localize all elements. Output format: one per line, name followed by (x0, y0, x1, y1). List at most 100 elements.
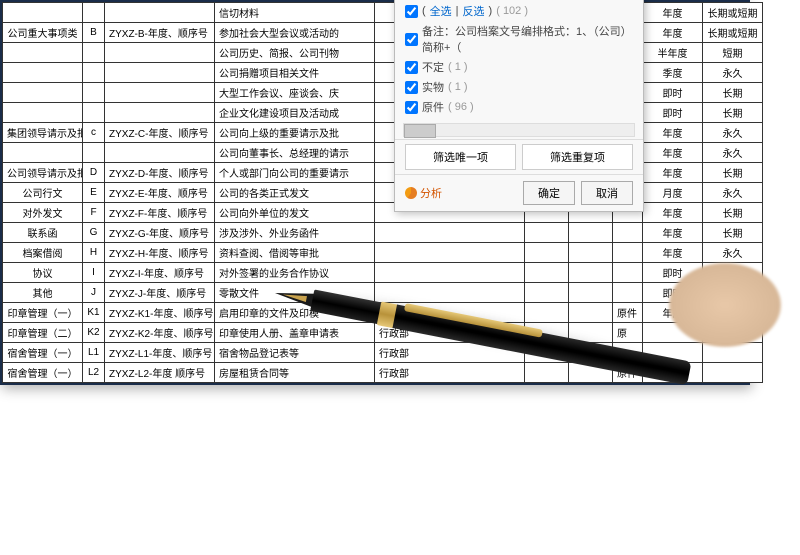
cell[interactable]: 即时 (643, 263, 703, 283)
cell[interactable] (83, 103, 105, 123)
cell[interactable]: 联系函 (3, 223, 83, 243)
cell[interactable] (525, 363, 569, 383)
cell[interactable] (525, 263, 569, 283)
cell[interactable] (105, 103, 215, 123)
cell[interactable]: G (83, 223, 105, 243)
cell[interactable]: ZYXZ-L2-年度 顺序号 (105, 363, 215, 383)
cell[interactable]: 年度 (643, 223, 703, 243)
cell[interactable]: 长期 (703, 263, 763, 283)
cell[interactable]: 公司行文 (3, 183, 83, 203)
cell[interactable]: 长期或短期 (703, 3, 763, 23)
cell[interactable] (525, 283, 569, 303)
cell[interactable] (3, 63, 83, 83)
cell[interactable]: 即时 (643, 83, 703, 103)
cell[interactable]: 宿舍管理（一） (3, 343, 83, 363)
cell[interactable]: 月度 (643, 183, 703, 203)
cell[interactable]: 长期 (703, 163, 763, 183)
ok-button[interactable]: 确定 (523, 181, 575, 205)
cell[interactable]: 房屋租赁合同等 (215, 363, 375, 383)
note-checkbox[interactable] (405, 33, 418, 46)
cell[interactable] (525, 343, 569, 363)
table-row[interactable]: 公司向董事长、总经理的请示年度永久 (3, 143, 763, 163)
cell[interactable]: 季度 (643, 63, 703, 83)
cell[interactable] (105, 83, 215, 103)
cell[interactable]: 公司的各类正式发文 (215, 183, 375, 203)
cell[interactable]: 永久 (703, 183, 763, 203)
cell[interactable]: ZYXZ-H-年度、顺序号 (105, 243, 215, 263)
cell[interactable]: 长期 (703, 103, 763, 123)
cell[interactable]: 永久 (703, 143, 763, 163)
table-row[interactable]: 宿舍管理（一）L1ZYXZ-L1-年度、顺序号宿舍物品登记表等行政部 (3, 343, 763, 363)
cell[interactable] (613, 343, 643, 363)
cell[interactable]: 公司向上级的重要请示及批 (215, 123, 375, 143)
cell[interactable] (569, 323, 613, 343)
cell[interactable] (643, 343, 703, 363)
cell[interactable] (83, 3, 105, 23)
cell[interactable]: 永久 (703, 63, 763, 83)
tab-duplicate[interactable]: 筛选重复项 (522, 144, 633, 170)
cell[interactable] (569, 283, 613, 303)
cell[interactable] (83, 143, 105, 163)
cell[interactable]: c (83, 123, 105, 143)
select-all-link[interactable]: 全选 (430, 3, 452, 19)
cell[interactable]: D (83, 163, 105, 183)
cell[interactable]: 对外发文 (3, 203, 83, 223)
cell[interactable] (703, 363, 763, 383)
cell[interactable]: 公司历史、简报、公司刊物 (215, 43, 375, 63)
filter-option[interactable]: 不定( 1 ) (405, 57, 633, 77)
cell[interactable]: L1 (83, 343, 105, 363)
cell[interactable]: ZYXZ-B-年度、顺序号 (105, 23, 215, 43)
table-row[interactable]: 大型工作会议、座谈会、庆即时长期 (3, 83, 763, 103)
table-row[interactable]: 公司捐赠项目相关文件季度永久 (3, 63, 763, 83)
cell[interactable] (3, 3, 83, 23)
cell[interactable] (613, 243, 643, 263)
table-row[interactable]: 档案借阅HZYXZ-H-年度、顺序号资料查阅、借阅等审批年度永久 (3, 243, 763, 263)
cell[interactable]: ZYXZ-D-年度、顺序号 (105, 163, 215, 183)
cell[interactable]: 零散文件 (215, 283, 375, 303)
cell[interactable]: 长期或短期 (703, 23, 763, 43)
cell[interactable]: 公司向外单位的发文 (215, 203, 375, 223)
cell[interactable]: H (83, 243, 105, 263)
cell[interactable]: 集团领导请示及批复 (3, 123, 83, 143)
cell[interactable] (83, 43, 105, 63)
cell[interactable] (3, 103, 83, 123)
table-row[interactable]: 企业文化建设项目及活动成即时长期 (3, 103, 763, 123)
cell[interactable]: 年度 (643, 23, 703, 43)
cell[interactable]: 长期 (703, 203, 763, 223)
cell[interactable]: 长期 (703, 283, 763, 303)
cell[interactable]: 年度 (643, 243, 703, 263)
cell[interactable]: 年度 (643, 303, 703, 323)
cell[interactable]: 公司领导请示及批复 (3, 163, 83, 183)
cell[interactable]: 行政部 (375, 363, 525, 383)
cell[interactable]: L2 (83, 363, 105, 383)
filter-option[interactable]: 原件( 96 ) (405, 97, 633, 117)
cell[interactable] (613, 263, 643, 283)
table-row[interactable]: 公司领导请示及批复DZYXZ-D-年度、顺序号个人或部门向公司的重要请示年度长期 (3, 163, 763, 183)
cell[interactable]: 原 (613, 323, 643, 343)
cell[interactable]: K2 (83, 323, 105, 343)
cell[interactable]: I (83, 263, 105, 283)
table-row[interactable]: 其他JZYXZ-J-年度、顺序号零散文件即时长期 (3, 283, 763, 303)
cell[interactable]: 短期 (703, 43, 763, 63)
cell[interactable]: 长期 (703, 83, 763, 103)
table-row[interactable]: 印章管理（二）K2ZYXZ-K2-年度、顺序号印章使用人册、盖章申请表行政部原 (3, 323, 763, 343)
cell[interactable] (703, 323, 763, 343)
cell[interactable]: K1 (83, 303, 105, 323)
cell[interactable]: 对外签署的业务合作协议 (215, 263, 375, 283)
table-row[interactable]: 信切材料年度长期或短期 (3, 3, 763, 23)
cell[interactable]: 原件 (613, 363, 643, 383)
option-checkbox[interactable] (405, 81, 418, 94)
cell[interactable]: E (83, 183, 105, 203)
cell[interactable]: 半年度 (643, 43, 703, 63)
cell[interactable]: 即时 (643, 283, 703, 303)
cell[interactable]: 年度 (643, 203, 703, 223)
cell[interactable]: 个人或部门向公司的重要请示 (215, 163, 375, 183)
table-row[interactable]: 公司重大事项类BZYXZ-B-年度、顺序号参加社会大型会议或活动的年度长期或短期 (3, 23, 763, 43)
cell[interactable]: 原件 (613, 303, 643, 323)
cell[interactable]: 协议 (3, 263, 83, 283)
cell[interactable]: ZYXZ-C-年度、顺序号 (105, 123, 215, 143)
cancel-button[interactable]: 取消 (581, 181, 633, 205)
cell[interactable] (3, 83, 83, 103)
filter-option[interactable]: 实物( 1 ) (405, 77, 633, 97)
cell[interactable] (643, 323, 703, 343)
